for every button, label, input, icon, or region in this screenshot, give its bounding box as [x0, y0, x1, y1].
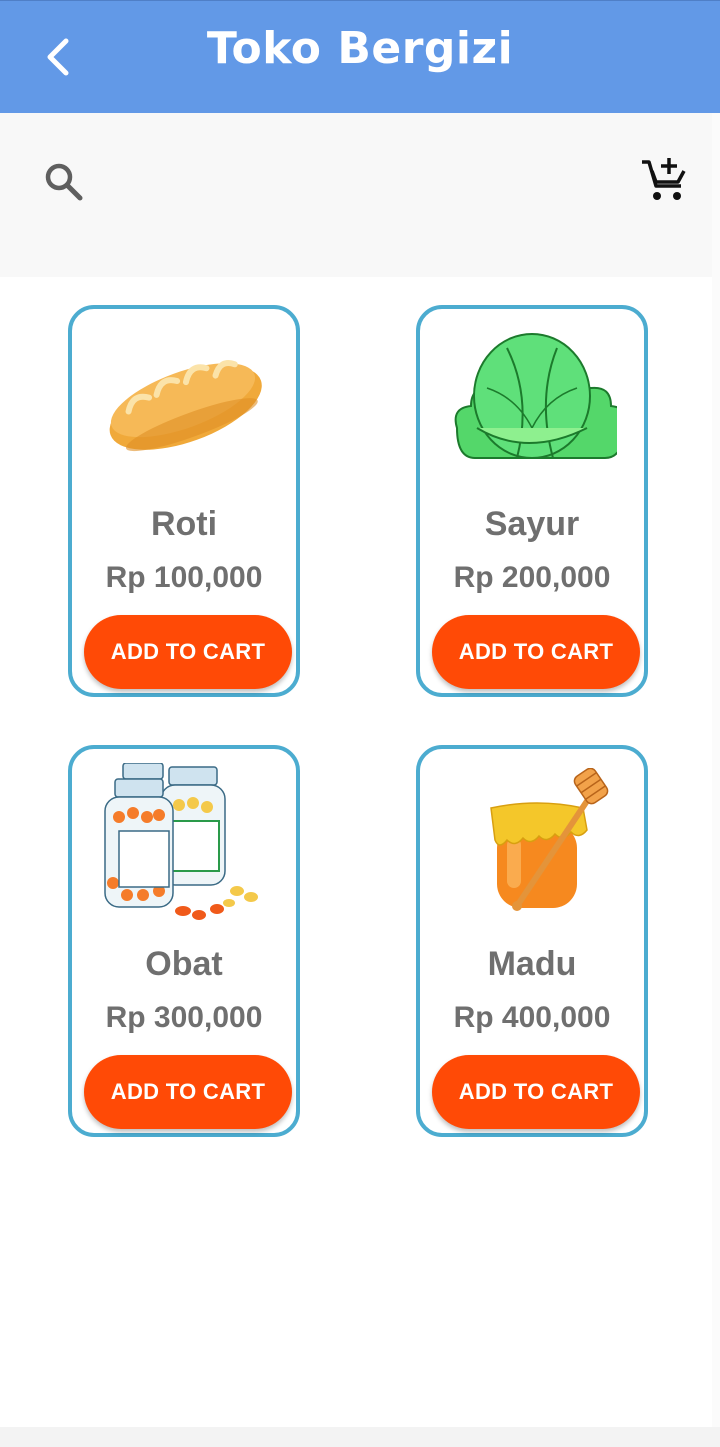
toolbar — [0, 113, 712, 277]
search-button[interactable] — [38, 156, 90, 208]
search-icon — [45, 163, 83, 201]
product-name: Madu — [487, 945, 577, 983]
product-card-roti: Roti Rp 100,000 ADD TO CART — [68, 305, 300, 697]
cabbage-image — [430, 323, 634, 483]
add-to-cart-button[interactable]: ADD TO CART — [432, 615, 640, 689]
edge-strip — [712, 113, 720, 1427]
add-to-cart-button[interactable]: ADD TO CART — [84, 1055, 292, 1129]
product-card-madu: Madu Rp 400,000 ADD TO CART — [416, 745, 648, 1137]
product-price: Rp 200,000 — [453, 561, 611, 594]
product-name: Obat — [145, 945, 223, 983]
product-card-obat: Obat Rp 300,000 ADD TO CART — [68, 745, 300, 1137]
product-grid: Roti Rp 100,000 ADD TO CART Sayur Rp 200… — [0, 277, 712, 1427]
bread-image — [82, 323, 286, 483]
app-screen: Toko Bergizi Roti Rp 100,000 ADD TO CART… — [0, 0, 720, 1447]
product-name: Roti — [150, 505, 218, 543]
app-bar: Toko Bergizi — [0, 0, 720, 113]
product-name: Sayur — [484, 505, 580, 543]
bottom-edge — [0, 1427, 720, 1447]
product-price: Rp 400,000 — [453, 1001, 611, 1034]
product-card-sayur: Sayur Rp 200,000 ADD TO CART — [416, 305, 648, 697]
product-price: Rp 100,000 — [105, 561, 263, 594]
add-to-cart-icon-button[interactable] — [636, 150, 694, 208]
add-shopping-cart-icon — [642, 158, 686, 200]
page-title: Toko Bergizi — [206, 23, 514, 74]
add-to-cart-button[interactable]: ADD TO CART — [84, 615, 292, 689]
medicine-bottles-image — [82, 763, 286, 923]
honey-jar-image — [430, 763, 634, 923]
add-to-cart-button[interactable]: ADD TO CART — [432, 1055, 640, 1129]
product-price: Rp 300,000 — [105, 1001, 263, 1034]
